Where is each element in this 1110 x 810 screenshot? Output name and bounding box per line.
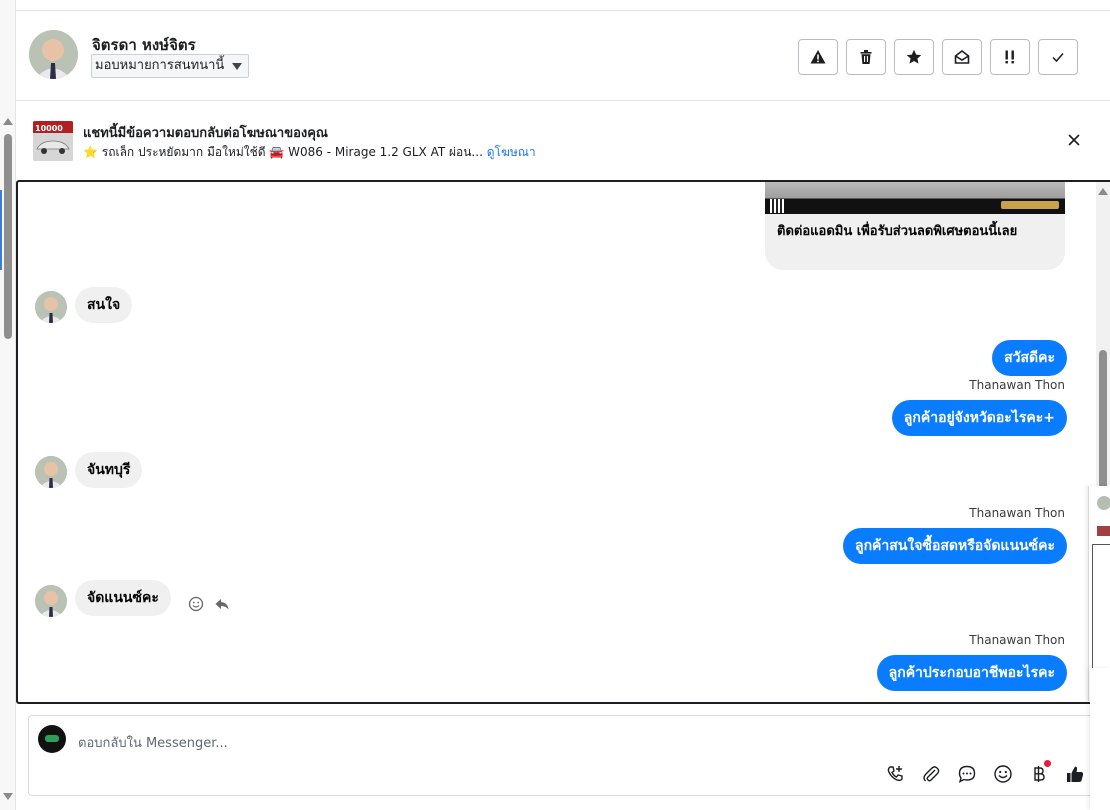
page-avatar bbox=[38, 725, 66, 753]
sender-name: Thanawan Thon bbox=[969, 506, 1065, 520]
inbox-conversation: จิตรดา หงษ์จิตร มอบหมายการสนทนานี้ 10000… bbox=[0, 0, 1110, 810]
view-ad-link[interactable]: ดูโฆษณา bbox=[487, 145, 536, 159]
attach-icon[interactable] bbox=[921, 764, 941, 784]
emoji-react-icon[interactable] bbox=[188, 596, 204, 612]
dealer-logo bbox=[1001, 201, 1059, 209]
message-bubble-incoming[interactable]: จัดแนนซ์คะ bbox=[75, 580, 171, 616]
banner-subtitle: ⭐ รถเล็ก ประหยัดมาก มือใหม่ใช้ดี 🚘 W086 … bbox=[83, 143, 536, 162]
scroll-down-icon[interactable] bbox=[3, 793, 13, 800]
trash-icon bbox=[860, 50, 872, 64]
sender-name: Thanawan Thon bbox=[969, 633, 1065, 647]
ad-card-caption: ติดต่อแอดมิน เพื่อรับส่วนลดพิเศษตอนนี้เล… bbox=[777, 224, 1018, 239]
message-bubble-outgoing[interactable]: ลูกค้าสนใจซื้อสดหรือจัดแนนซ์คะ bbox=[843, 528, 1067, 564]
follow-up-button[interactable] bbox=[990, 39, 1030, 75]
message-bubble-incoming[interactable]: จันทบุรี bbox=[75, 452, 143, 488]
side-panel-fragment bbox=[1090, 668, 1110, 810]
like-icon[interactable] bbox=[1065, 764, 1085, 784]
avatar[interactable] bbox=[35, 291, 67, 323]
message-bubble-outgoing[interactable]: ลูกค้าอยู่จังหวัดอะไรคะ+ bbox=[891, 400, 1067, 436]
reply-composer: ตอบกลับใน Messenger... bbox=[28, 715, 1110, 796]
delete-button[interactable] bbox=[846, 39, 886, 75]
banner-title: แชทนี้มีข้อความตอบกลับต่อโฆษณาของคุณ bbox=[83, 126, 328, 141]
emoji-icon[interactable] bbox=[993, 764, 1013, 784]
ad-description: ⭐ รถเล็ก ประหยัดมาก มือใหม่ใช้ดี 🚘 W086 … bbox=[83, 145, 483, 159]
message-bubble-incoming[interactable]: สนใจ bbox=[75, 287, 133, 323]
avatar bbox=[1097, 496, 1110, 510]
ad-thumbnail bbox=[1097, 526, 1110, 536]
left-accent bbox=[0, 190, 2, 270]
exclamation-icon bbox=[1005, 50, 1014, 64]
message-thread[interactable]: ติดต่อแอดมิน เพื่อรับส่วนลดพิเศษตอนนี้เล… bbox=[16, 180, 1110, 704]
reply-input[interactable]: ตอบกลับใน Messenger... bbox=[78, 732, 228, 753]
close-banner-button[interactable] bbox=[1066, 132, 1082, 148]
conversation-header: จิตรดา หงษ์จิตร มอบหมายการสนทนานี้ bbox=[16, 11, 1110, 101]
assign-dropdown[interactable]: มอบหมายการสนทนานี้ bbox=[91, 54, 250, 78]
star-icon bbox=[906, 49, 922, 64]
notification-dot bbox=[1044, 760, 1051, 767]
check-icon bbox=[1052, 53, 1064, 63]
qr-code bbox=[770, 199, 784, 213]
reply-icon[interactable] bbox=[214, 596, 230, 612]
avatar[interactable] bbox=[35, 585, 67, 617]
sender-name: Thanawan Thon bbox=[969, 378, 1065, 392]
report-spam-button[interactable] bbox=[798, 39, 838, 75]
saved-reply-icon[interactable] bbox=[957, 764, 977, 784]
envelope-open-icon bbox=[954, 49, 970, 64]
message-bubble-outgoing[interactable]: สวัสดีคะ bbox=[992, 340, 1067, 376]
ad-thumb-text: 10000 bbox=[35, 124, 63, 133]
scrollbar-thumb[interactable] bbox=[4, 134, 12, 339]
star-button[interactable] bbox=[894, 39, 934, 75]
message-bubble-outgoing[interactable]: ลูกค้าประกอบอาชีพอะไรคะ bbox=[876, 655, 1067, 691]
call-plus-icon[interactable] bbox=[885, 764, 905, 784]
avatar[interactable] bbox=[29, 30, 78, 79]
assign-label: มอบหมายการสนทนานี้ bbox=[95, 58, 225, 73]
scroll-up-icon[interactable] bbox=[3, 118, 13, 125]
panel-box bbox=[1092, 544, 1110, 669]
chevron-down-icon bbox=[232, 63, 243, 70]
ad-thumbnail[interactable]: 10000 bbox=[33, 121, 73, 161]
baht-icon[interactable] bbox=[1029, 760, 1051, 784]
left-scrollbar[interactable] bbox=[0, 0, 16, 810]
ad-message-card[interactable]: ติดต่อแอดมิน เพื่อรับส่วนลดพิเศษตอนนี้เล… bbox=[765, 182, 1065, 270]
message-actions bbox=[188, 596, 230, 612]
scroll-up-icon[interactable] bbox=[1098, 188, 1108, 195]
close-icon bbox=[1068, 134, 1080, 146]
header-actions bbox=[798, 39, 1078, 75]
warning-icon bbox=[810, 50, 826, 64]
avatar[interactable] bbox=[35, 456, 67, 488]
ad-reply-banner: 10000 แชทนี้มีข้อความตอบกลับต่อโฆษณาของค… bbox=[16, 101, 1110, 179]
composer-tools bbox=[885, 760, 1085, 784]
mark-unread-button[interactable] bbox=[942, 39, 982, 75]
mark-done-button[interactable] bbox=[1038, 39, 1078, 75]
